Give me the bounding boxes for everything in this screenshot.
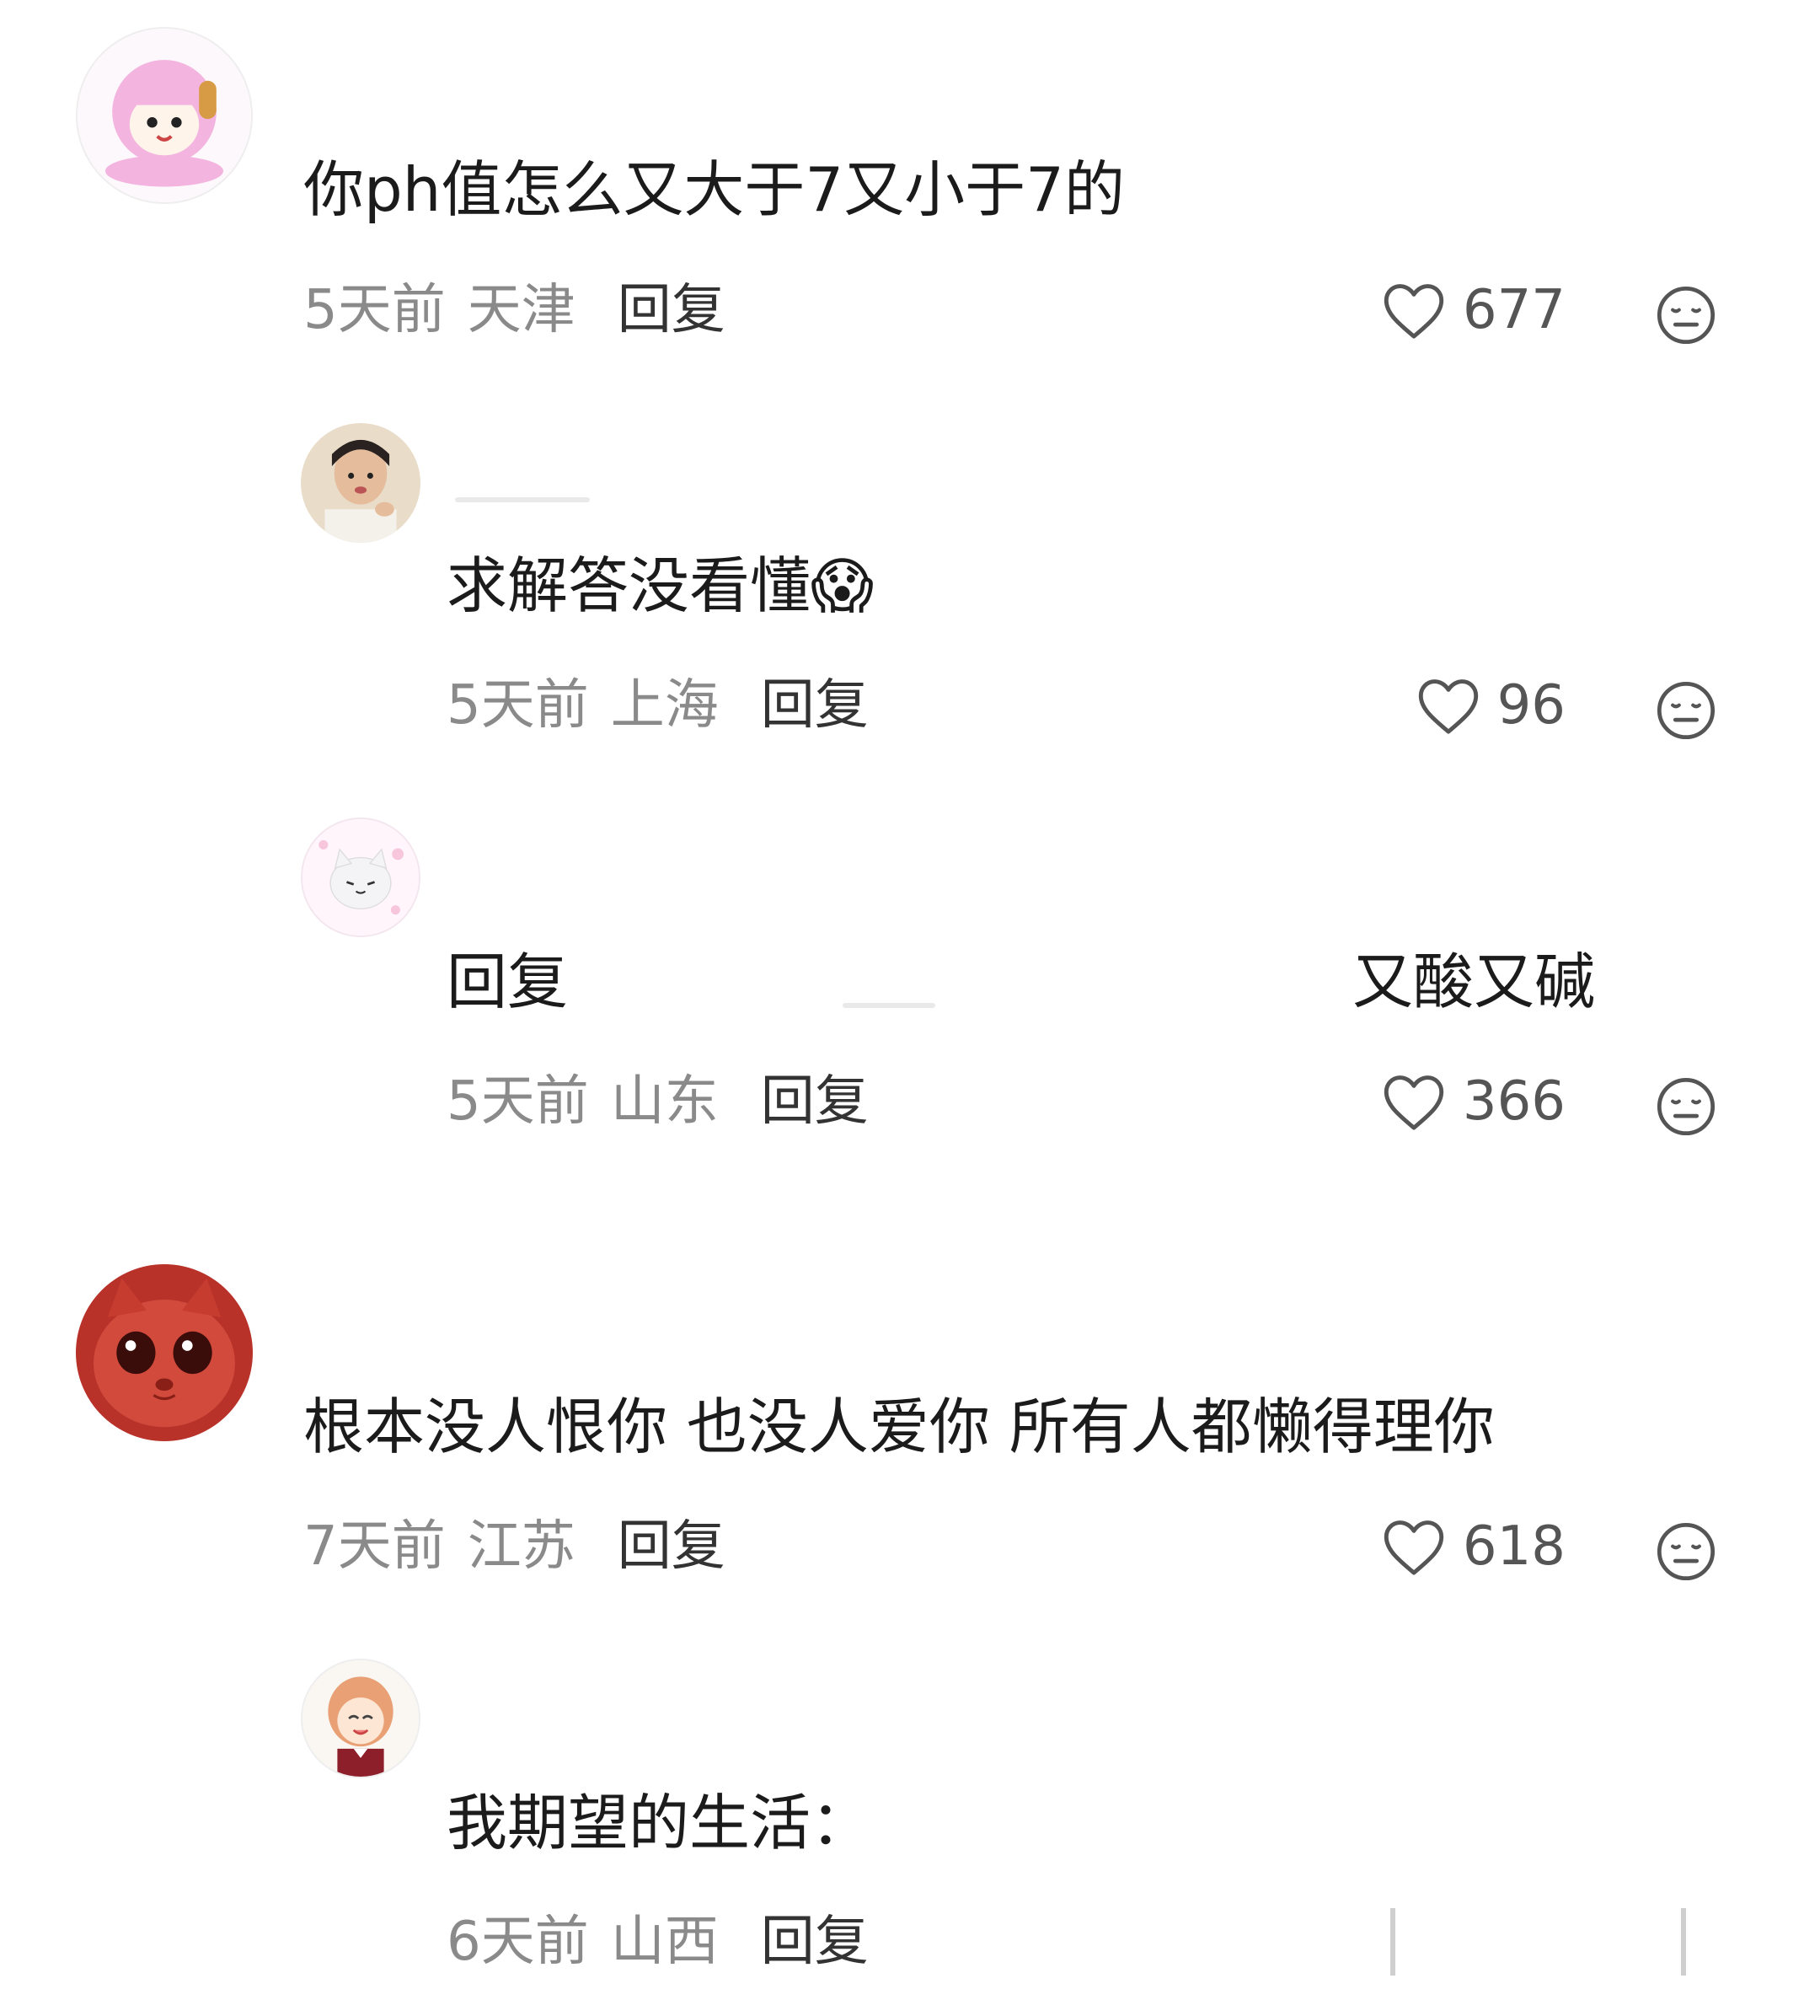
heart-outline-icon [1384,1520,1444,1575]
comment-text: 你ph值怎么又大于7又小于7的 [303,154,1125,225]
comment-location: 上海 [610,674,719,737]
comment-meta: 5天前 天津 回复 [303,276,725,344]
like-count: 677 [1462,279,1566,341]
like-button[interactable]: 677 [1380,276,1566,344]
like-count: 96 [1496,674,1566,737]
comment-location: 山东 [610,1070,719,1133]
comment-text-highlight: 又酸又碱 [1352,946,1596,1017]
comment-time: 6天前 [447,1911,589,1973]
comment-location: 天津 [467,279,575,341]
like-button[interactable]: 366 [1380,1068,1566,1135]
reply-button[interactable]: 回复 [761,1070,869,1133]
comment-location: 江苏 [467,1515,575,1578]
comment-text: 回复 [447,946,569,1017]
heart-outline-icon [1384,284,1444,339]
comment-location: 山西 [610,1911,719,1973]
neutral-face-icon [1657,286,1716,345]
like-count: 366 [1462,1070,1566,1133]
neutral-face-icon [1657,681,1716,740]
comment-text: 我期望的生活： [447,1788,872,1858]
comment-time: 7天前 [303,1515,446,1578]
reply-button[interactable]: 回复 [761,1911,869,1973]
dislike-button[interactable] [1654,1520,1718,1584]
comment-meta: 5天前 山东 回复 [447,1068,869,1135]
like-button[interactable]: 96 [1415,672,1566,739]
avatar[interactable] [301,1659,420,1778]
comment-text: 求解答没看懂😱 [447,550,875,621]
avatar[interactable] [76,27,253,204]
heart-outline-icon [1418,679,1478,734]
username-placeholder [455,497,590,502]
dislike-button[interactable] [1654,678,1718,743]
like-count: 618 [1462,1515,1566,1578]
neutral-face-icon [1657,1522,1716,1581]
comment-meta: 7天前 江苏 回复 [303,1513,725,1580]
dislike-button[interactable] [1654,283,1718,347]
comment-meta: 6天前 山西 回复 [447,1908,869,1976]
neutral-face-icon [1657,1077,1716,1136]
dislike-button[interactable] [1654,1075,1718,1139]
avatar[interactable] [76,1264,253,1441]
comment-text: 根本没人恨你 也没人爱你 所有人都懒得理你 [303,1391,1495,1462]
avatar[interactable] [301,818,420,937]
comment-time: 5天前 [447,674,589,737]
comment-time: 5天前 [303,279,446,341]
avatar[interactable] [301,423,420,543]
scroll-fade-mark [1681,1908,1686,1976]
comment-meta: 5天前 上海 回复 [447,672,869,739]
heart-outline-icon [1384,1075,1444,1130]
comment-time: 5天前 [447,1070,589,1133]
scroll-fade-mark [1390,1908,1395,1976]
like-button[interactable]: 618 [1380,1513,1566,1580]
username-placeholder [843,1003,935,1008]
reply-button[interactable]: 回复 [618,279,725,341]
reply-button[interactable]: 回复 [618,1515,725,1578]
reply-button[interactable]: 回复 [761,674,869,737]
